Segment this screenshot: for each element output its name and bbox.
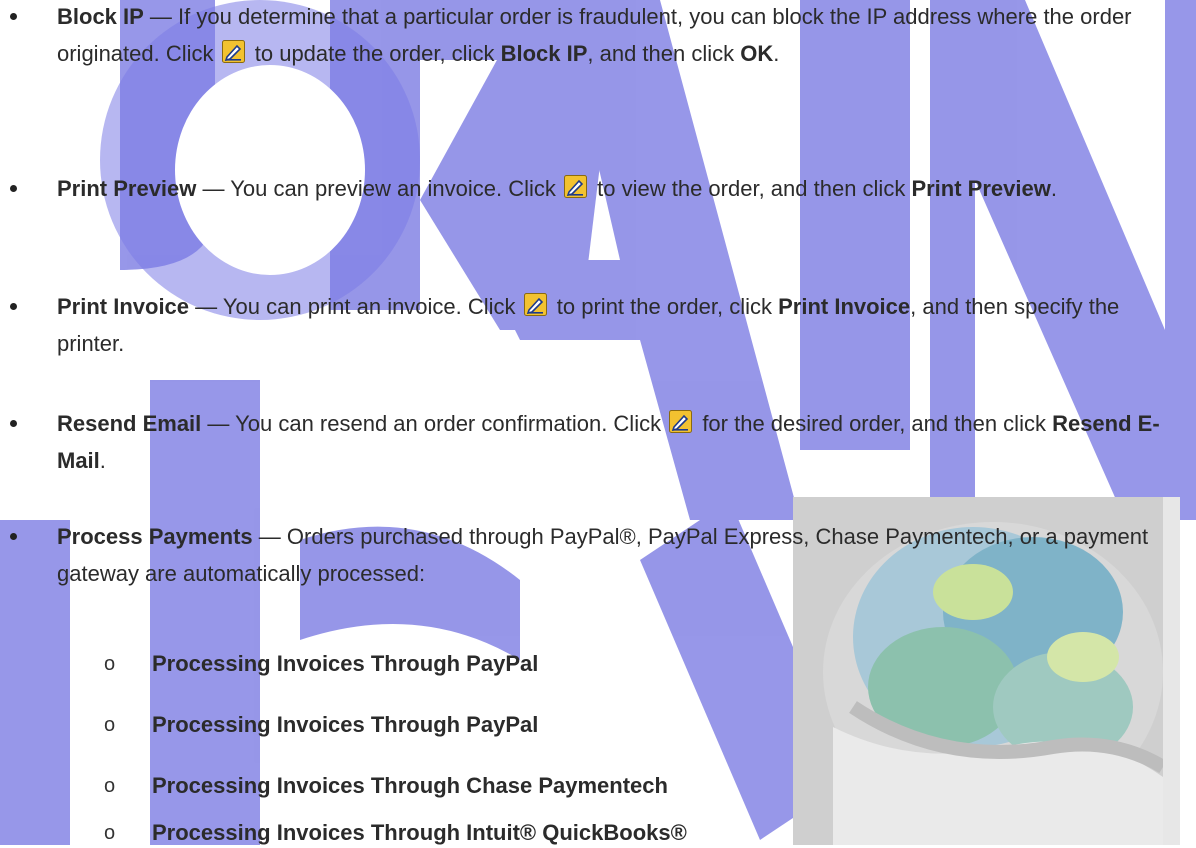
list-item-print-preview: Print Preview — You can preview an invoi… xyxy=(10,170,1182,207)
description-text: . xyxy=(1050,176,1057,201)
term-resend-email: Resend Email xyxy=(57,411,202,436)
description-text: , and then click xyxy=(587,41,741,66)
sub-bullet-icon: o xyxy=(104,822,116,844)
description-text: for the desired order, and then click xyxy=(696,411,1053,436)
print-invoice-button-label: Print Invoice xyxy=(778,294,911,319)
sub-bullet-icon: o xyxy=(104,653,116,675)
ok-button-label: OK xyxy=(740,41,774,66)
description-text: . xyxy=(773,41,780,66)
link-label: Processing Invoices Through PayPal xyxy=(152,651,539,676)
link-paypal[interactable]: o Processing Invoices Through PayPal xyxy=(104,649,539,679)
dash: — xyxy=(252,524,287,549)
description-text: to view the order, and then click xyxy=(591,176,912,201)
bullet-icon xyxy=(10,185,17,192)
dash: — xyxy=(201,411,236,436)
term-process-payments: Process Payments xyxy=(57,524,253,549)
pencil-edit-icon[interactable] xyxy=(669,410,693,433)
description-text: . xyxy=(99,448,106,473)
link-chase-paymentech[interactable]: o Processing Invoices Through Chase Paym… xyxy=(104,771,668,801)
term-block-ip: Block IP xyxy=(57,4,144,29)
list-item-block-ip: Block IP — If you determine that a parti… xyxy=(10,0,1182,72)
sub-bullet-icon: o xyxy=(104,714,116,736)
block-ip-button-label: Block IP xyxy=(500,41,588,66)
dash: — xyxy=(196,176,231,201)
term-print-invoice: Print Invoice xyxy=(57,294,190,319)
description-text: You can print an invoice. Click xyxy=(222,294,522,319)
link-quickbooks[interactable]: o Processing Invoices Through Intuit® Qu… xyxy=(104,818,687,848)
bullet-icon xyxy=(10,533,17,540)
bullet-icon xyxy=(10,303,17,310)
pencil-edit-icon[interactable] xyxy=(523,293,547,316)
link-paypal-2[interactable]: o Processing Invoices Through PayPal xyxy=(104,710,539,740)
pencil-edit-icon[interactable] xyxy=(221,40,245,63)
bullet-icon xyxy=(10,13,17,20)
dash: — xyxy=(143,4,179,29)
description-text: You can resend an order confirmation. Cl… xyxy=(235,411,668,436)
list-item-process-payments: Process Payments — Orders purchased thro… xyxy=(10,518,1182,592)
term-print-preview: Print Preview xyxy=(57,176,197,201)
link-label: Processing Invoices Through Intuit® Quic… xyxy=(152,820,687,845)
list-item-print-invoice: Print Invoice — You can print an invoice… xyxy=(10,288,1182,362)
bullet-icon xyxy=(10,420,17,427)
link-label: Processing Invoices Through PayPal xyxy=(152,712,539,737)
description-text: to print the order, click xyxy=(550,294,779,319)
link-label: Processing Invoices Through Chase Paymen… xyxy=(152,773,668,798)
description-text: to update the order, click xyxy=(248,41,501,66)
sub-bullet-icon: o xyxy=(104,775,116,797)
list-item-resend-email: Resend Email — You can resend an order c… xyxy=(10,405,1182,479)
print-preview-button-label: Print Preview xyxy=(911,176,1051,201)
pencil-edit-icon[interactable] xyxy=(564,175,588,198)
description-text: You can preview an invoice. Click xyxy=(230,176,563,201)
dash: — xyxy=(189,294,223,319)
